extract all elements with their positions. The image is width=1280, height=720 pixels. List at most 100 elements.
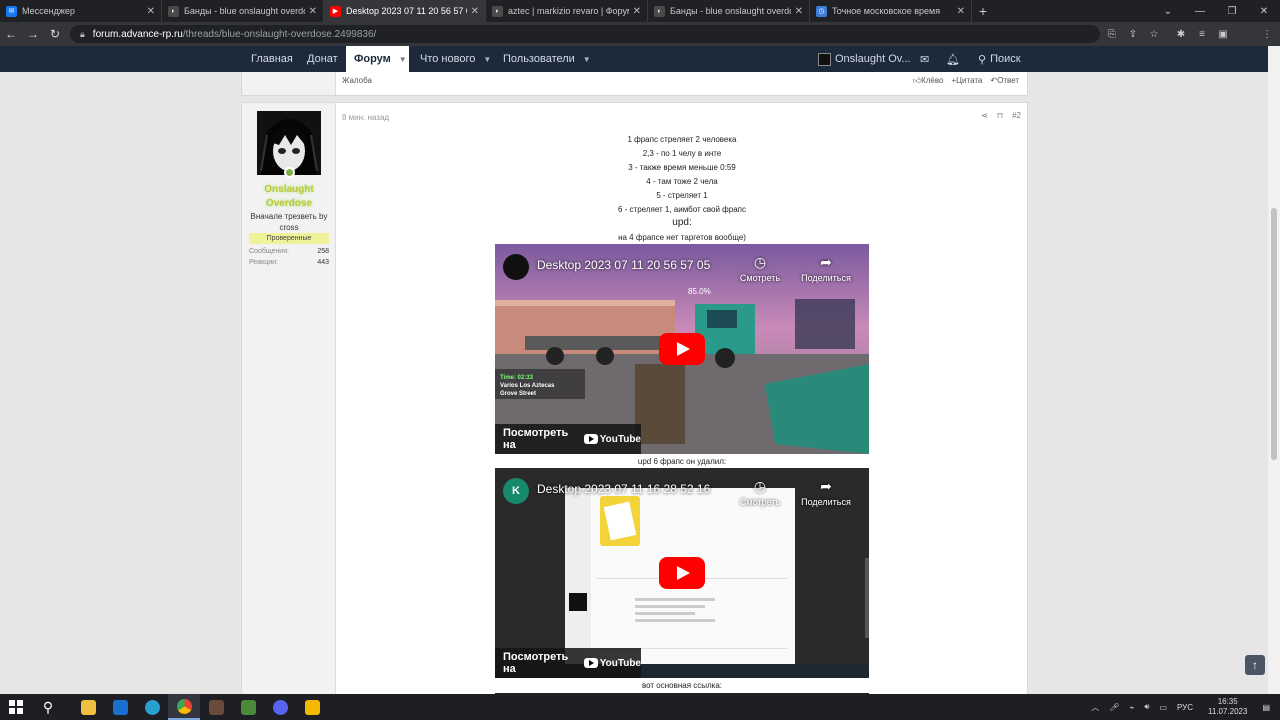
watch-on-youtube-button[interactable]: Посмотреть на YouTube	[495, 648, 641, 678]
edge-icon[interactable]	[136, 694, 168, 720]
nav-donate[interactable]: Донат	[307, 46, 338, 72]
watch-later-button[interactable]: ◷ Смотреть	[730, 478, 790, 507]
rockstar-launcher-icon[interactable]	[296, 694, 328, 720]
scroll-to-top-button[interactable]: ↑	[1245, 655, 1265, 675]
nav-home[interactable]: Главная	[251, 46, 293, 72]
browser-tab[interactable]: ◐ Банды - blue onslaught overdose ✕	[648, 0, 810, 22]
nav-forum-label: Форум	[354, 53, 391, 65]
reply-button[interactable]: ↶Ответ	[990, 76, 1019, 86]
bookmark-icon[interactable]: ⊓	[997, 111, 1003, 120]
post-timestamp[interactable]: 8 мин. назад	[342, 113, 389, 122]
video-title[interactable]: Desktop 2023 07 11 16 28 52 16	[537, 482, 710, 496]
file-explorer-icon[interactable]	[72, 694, 104, 720]
channel-avatar[interactable]: K	[503, 478, 529, 504]
close-tab-icon[interactable]: ✕	[633, 6, 641, 17]
tab-title: Банды - blue onslaught overdose	[184, 6, 305, 16]
youtube-embed-2[interactable]: K Desktop 2023 07 11 16 28 52 16 ◷ Смотре…	[495, 468, 869, 678]
play-button[interactable]	[659, 333, 705, 365]
browser-menu-icon[interactable]: ⋮	[1258, 25, 1276, 43]
nav-users[interactable]: Пользователи ▼	[503, 46, 591, 72]
browser-tab-strip: ✉ Мессенджер ✕ ◐ Банды - blue onslaught over…	[0, 0, 1280, 22]
tab-favicon-icon: ◐	[168, 5, 179, 17]
install-icon[interactable]: ⎘	[1103, 25, 1121, 43]
youtube-logo-icon: YouTube	[583, 658, 641, 669]
messages-count[interactable]: 258	[317, 248, 329, 255]
watch-on-youtube-button[interactable]: Посмотреть на YouTube	[495, 424, 641, 454]
extensions-icon[interactable]: ✱	[1172, 25, 1190, 43]
language-indicator[interactable]: РУС	[1177, 703, 1193, 712]
like-button[interactable]: 👍︎Клёво	[913, 76, 944, 86]
browser-tab[interactable]: ◷ Точное московское время ✕	[810, 0, 972, 22]
play-button[interactable]	[659, 557, 705, 589]
chevron-down-icon[interactable]: ▼	[399, 55, 407, 64]
youtube-logo-icon: YouTube	[583, 434, 641, 445]
youtube-embed-1[interactable]: Time: 02:33 Varios Los Aztecas Grove Str…	[495, 244, 869, 454]
post-author-name[interactable]: Onslaught Overdose	[246, 183, 332, 211]
share-video-button[interactable]: ➦ Поделиться	[796, 478, 856, 507]
quote-button[interactable]: +Цитата	[951, 76, 982, 86]
forward-button[interactable]: →	[22, 22, 44, 46]
notification-center-icon[interactable]: ▤	[1262, 703, 1270, 712]
bookmark-star-icon[interactable]: ☆	[1145, 25, 1163, 43]
bluetooth-app-icon[interactable]	[104, 694, 136, 720]
browser-tab[interactable]: ◐ aztec | markizio revaro | Форум А ✕	[486, 0, 648, 22]
nav-forum[interactable]: Форум ▼	[346, 46, 409, 72]
lock-icon: 🔒︎	[80, 28, 85, 39]
share-icon[interactable]: ⋖	[981, 111, 988, 120]
svg-text:Varios Los Aztecas: Varios Los Aztecas	[500, 383, 555, 389]
start-button[interactable]	[0, 694, 32, 720]
search-label: Поиск	[990, 53, 1021, 65]
messages-stat: Сообщения: 258	[249, 248, 329, 255]
post-number[interactable]: #2	[1012, 111, 1021, 120]
battery-icon[interactable]: ▭	[1159, 703, 1167, 712]
search-button[interactable]: ⚲ Поиск	[978, 46, 1021, 72]
chevron-down-icon[interactable]: ▼	[583, 55, 591, 64]
close-tab-icon[interactable]: ✕	[471, 6, 479, 17]
report-link[interactable]: Жалоба	[342, 76, 372, 85]
search-taskbar-icon[interactable]: ⚲	[32, 694, 64, 720]
page-scrollbar[interactable]	[1268, 46, 1280, 694]
scrollbar-thumb[interactable]	[1271, 208, 1277, 460]
video-title[interactable]: Desktop 2023 07 11 20 56 57 05	[537, 258, 710, 272]
reactions-count[interactable]: 443	[317, 259, 329, 266]
volume-icon[interactable]: 🔊︎	[1144, 702, 1149, 712]
tab-search-icon[interactable]: ⌄	[1152, 0, 1184, 22]
account-menu[interactable]: Onslaught Ov...	[818, 46, 911, 72]
minecraft-icon[interactable]	[232, 694, 264, 720]
network-icon[interactable]: ⌁	[1130, 703, 1135, 712]
chevron-up-icon[interactable]: ︿	[1091, 702, 1099, 713]
post-user-column: Onslaught Overdose Вначале трезветь by c…	[242, 103, 336, 694]
discord-icon[interactable]	[264, 694, 296, 720]
share-icon[interactable]: ⇪	[1124, 25, 1142, 43]
close-tab-icon[interactable]: ✕	[957, 6, 965, 17]
url-host: forum.advance-rp.ru	[92, 28, 183, 40]
maximize-button[interactable]: ❐	[1216, 0, 1248, 22]
minimize-button[interactable]: —	[1184, 0, 1216, 22]
reload-button[interactable]: ↻	[44, 22, 66, 46]
close-window-button[interactable]: ✕	[1248, 0, 1280, 22]
system-tray: ︿ 🎤︎ ⌁ 🔊︎ ▭ РУС 16:35 11.07.2023 ▤	[1086, 694, 1280, 720]
new-tab-button[interactable]: +	[972, 0, 994, 22]
nav-whats-new[interactable]: Что нового ▼	[420, 46, 491, 72]
close-tab-icon[interactable]: ✕	[309, 6, 317, 17]
back-button[interactable]: ←	[0, 22, 22, 46]
avatar[interactable]	[257, 111, 321, 175]
reading-list-icon[interactable]: ≡	[1193, 25, 1211, 43]
chevron-down-icon[interactable]: ▼	[483, 55, 491, 64]
close-tab-icon[interactable]: ✕	[795, 6, 803, 17]
browser-tab[interactable]: ✉ Мессенджер ✕	[0, 0, 162, 22]
browser-tab[interactable]: ◐ Банды - blue onslaught overdose ✕	[162, 0, 324, 22]
close-tab-icon[interactable]: ✕	[147, 6, 155, 17]
address-bar[interactable]: 🔒︎ forum.advance-rp.ru/threads/blue-onsl…	[70, 25, 1100, 43]
share-video-button[interactable]: ➦ Поделиться	[796, 254, 856, 283]
game-app-icon[interactable]	[200, 694, 232, 720]
alerts-bell-icon[interactable]: 🔔︎	[946, 46, 960, 72]
microphone-icon[interactable]: 🎤︎	[1109, 703, 1119, 712]
watch-later-button[interactable]: ◷ Смотреть	[730, 254, 790, 283]
inbox-icon[interactable]: ✉	[920, 46, 929, 72]
channel-avatar[interactable]	[503, 254, 529, 280]
chrome-icon[interactable]	[168, 694, 200, 720]
clock[interactable]: 16:35 11.07.2023	[1203, 697, 1252, 717]
browser-tab[interactable]: ▶ Desktop 2023 07 11 20 56 57 05 ✕	[324, 0, 486, 22]
side-panel-icon[interactable]: ▣	[1214, 25, 1232, 43]
